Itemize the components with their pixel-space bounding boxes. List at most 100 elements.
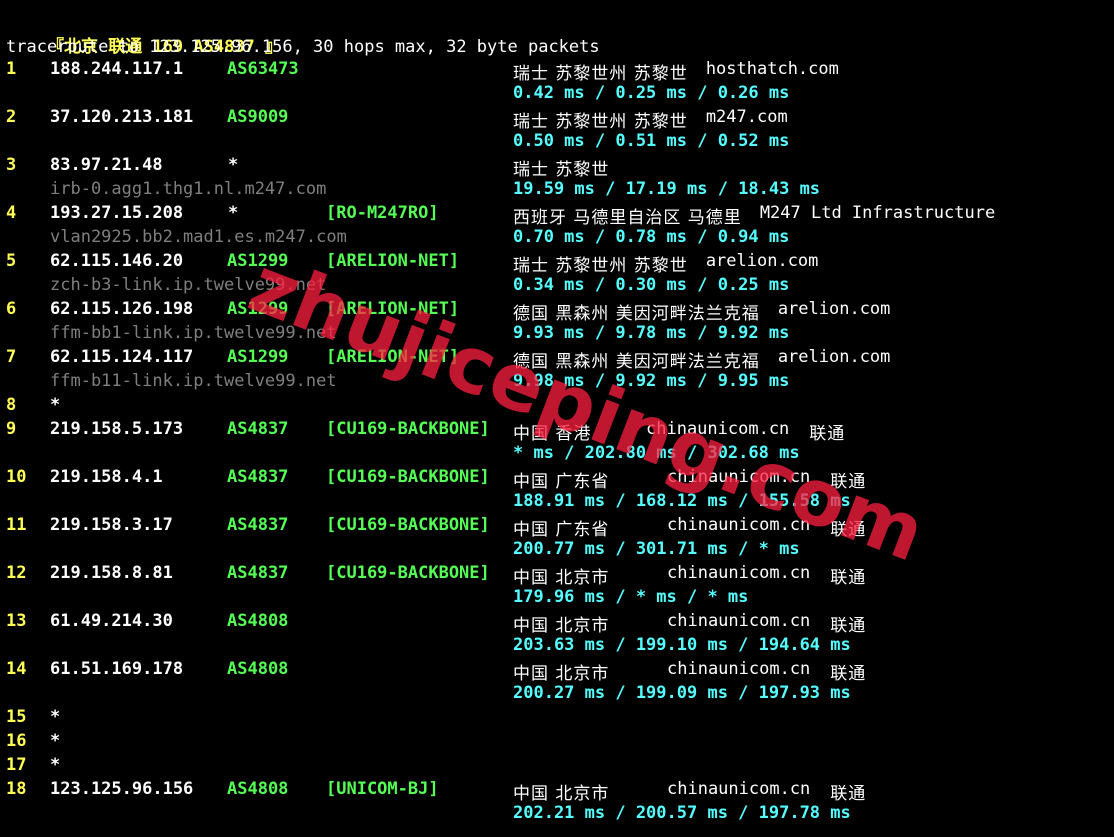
hop-timeout: *: [50, 395, 61, 415]
hop-asn: AS4808: [227, 659, 289, 679]
hop-number: 3: [6, 155, 17, 175]
hop-isp: 联通: [830, 568, 867, 588]
hop-location: 瑞士 苏黎世州 苏黎世: [513, 64, 688, 84]
hop-asn: AS9009: [227, 107, 289, 127]
hop-location: 中国 北京市: [513, 784, 610, 804]
hop-isp: 联通: [830, 664, 867, 684]
hop-number: 1: [6, 59, 17, 79]
hop-location: 瑞士 苏黎世: [513, 160, 610, 180]
hop-ip: 219.158.4.1: [50, 467, 163, 487]
hop-asn: AS1299: [227, 347, 289, 367]
hop-number: 11: [6, 515, 27, 535]
hop-location: 中国 香港: [513, 424, 592, 444]
hop-location: 中国 北京市: [513, 616, 610, 636]
hop-asn: AS4808: [227, 779, 289, 799]
hop-location: 西班牙 马德里自治区 马德里: [513, 208, 742, 228]
hop-number: 17: [6, 755, 27, 775]
hop-ip: 219.158.3.17: [50, 515, 173, 535]
trace-title: 『北京 联通 169 AS4837 』: [6, 11, 282, 57]
hop-rtt: 0.42 ms / 0.25 ms / 0.26 ms: [513, 83, 790, 103]
hop-number: 10: [6, 467, 27, 487]
hop-rtt: 0.70 ms / 0.78 ms / 0.94 ms: [513, 227, 790, 247]
hop-ip: 61.49.214.30: [50, 611, 173, 631]
hop-location: 中国 北京市: [513, 664, 610, 684]
hop-ip: 219.158.5.173: [50, 419, 184, 439]
hop-number: 5: [6, 251, 17, 271]
hop-tag: [ARELION-NET]: [326, 251, 460, 271]
hop-rtt: 9.98 ms / 9.92 ms / 9.95 ms: [513, 371, 790, 391]
hop-number: 13: [6, 611, 27, 631]
hop-org: m247.com: [705, 107, 788, 127]
hop-isp: 联通: [830, 472, 867, 492]
hop-hostname: zch-b3-link.ip.twelve99.net: [50, 275, 327, 295]
hop-number: 12: [6, 563, 27, 583]
hop-timeout: *: [50, 755, 61, 775]
hop-isp: 联通: [830, 520, 867, 540]
hop-org: chinaunicom.cn: [667, 659, 811, 679]
hop-tag: [RO-M247RO]: [326, 203, 439, 223]
hop-location: 德国 黑森州 美因河畔法兰克福: [513, 352, 760, 372]
hop-isp: 联通: [830, 616, 867, 636]
hop-asn: AS4837: [227, 563, 289, 583]
hop-tag: [CU169-BACKBONE]: [326, 419, 490, 439]
hop-location: 中国 广东省: [513, 472, 610, 492]
trace-command: traceroute to 123.125.96.156, 30 hops ma…: [6, 37, 600, 57]
hop-org: arelion.com: [777, 347, 891, 367]
hop-number: 8: [6, 395, 17, 415]
hop-tag: [CU169-BACKBONE]: [326, 467, 490, 487]
hop-ip: 219.158.8.81: [50, 563, 173, 583]
hop-hostname: ffm-b11-link.ip.twelve99.net: [50, 371, 337, 391]
hop-asn: AS1299: [227, 299, 289, 319]
hop-org: chinaunicom.cn: [646, 419, 790, 439]
hop-org: chinaunicom.cn: [667, 515, 811, 535]
hop-rtt: 19.59 ms / 17.19 ms / 18.43 ms: [513, 179, 821, 199]
hop-org: chinaunicom.cn: [667, 611, 811, 631]
hop-number: 9: [6, 419, 17, 439]
hop-asn: AS4837: [227, 419, 289, 439]
hop-org: hosthatch.com: [705, 59, 839, 79]
hop-rtt: 200.77 ms / 301.71 ms / * ms: [513, 539, 800, 559]
hop-ip: 62.115.146.20: [50, 251, 184, 271]
hop-number: 7: [6, 347, 17, 367]
hop-org: arelion.com: [777, 299, 891, 319]
hop-org: arelion.com: [705, 251, 819, 271]
hop-asn: AS4837: [227, 515, 289, 535]
hop-tag: [ARELION-NET]: [326, 347, 460, 367]
terminal-window: 『北京 联通 169 AS4837 』 traceroute to 123.12…: [0, 0, 1114, 837]
hop-org: chinaunicom.cn: [667, 779, 811, 799]
hop-org: chinaunicom.cn: [667, 563, 811, 583]
hop-rtt: 188.91 ms / 168.12 ms / 155.58 ms: [513, 491, 851, 511]
hop-rtt: 9.93 ms / 9.78 ms / 9.92 ms: [513, 323, 790, 343]
hop-ip: 83.97.21.48: [50, 155, 163, 175]
hop-location: 瑞士 苏黎世州 苏黎世: [513, 256, 688, 276]
hop-ip: 193.27.15.208: [50, 203, 184, 223]
hop-timeout: *: [50, 707, 61, 727]
hop-org: chinaunicom.cn: [667, 467, 811, 487]
hop-rtt: 0.50 ms / 0.51 ms / 0.52 ms: [513, 131, 790, 151]
hop-ip: 37.120.213.181: [50, 107, 194, 127]
hop-isp: 联通: [830, 784, 867, 804]
hop-tag: [CU169-BACKBONE]: [326, 563, 490, 583]
hop-timeout: *: [50, 731, 61, 751]
hop-asn: AS1299: [227, 251, 289, 271]
hop-number: 16: [6, 731, 27, 751]
hop-rtt: 203.63 ms / 199.10 ms / 194.64 ms: [513, 635, 851, 655]
hop-tag: [ARELION-NET]: [326, 299, 460, 319]
hop-hostname: ffm-bb1-link.ip.twelve99.net: [50, 323, 337, 343]
hop-number: 15: [6, 707, 27, 727]
hop-ip: 62.115.126.198: [50, 299, 194, 319]
hop-asn: *: [228, 155, 239, 175]
hop-number: 2: [6, 107, 17, 127]
hop-tag: [CU169-BACKBONE]: [326, 515, 490, 535]
hop-asn: AS63473: [227, 59, 299, 79]
hop-hostname: irb-0.agg1.thg1.nl.m247.com: [50, 179, 327, 199]
hop-org: M247 Ltd Infrastructure: [759, 203, 996, 223]
hop-asn: *: [228, 203, 239, 223]
hop-hostname: vlan2925.bb2.mad1.es.m247.com: [50, 227, 347, 247]
hop-ip: 123.125.96.156: [50, 779, 194, 799]
hop-number: 18: [6, 779, 27, 799]
hop-ip: 188.244.117.1: [50, 59, 184, 79]
hop-isp: 联通: [809, 424, 846, 444]
hop-location: 瑞士 苏黎世州 苏黎世: [513, 112, 688, 132]
hop-rtt: 200.27 ms / 199.09 ms / 197.93 ms: [513, 683, 851, 703]
